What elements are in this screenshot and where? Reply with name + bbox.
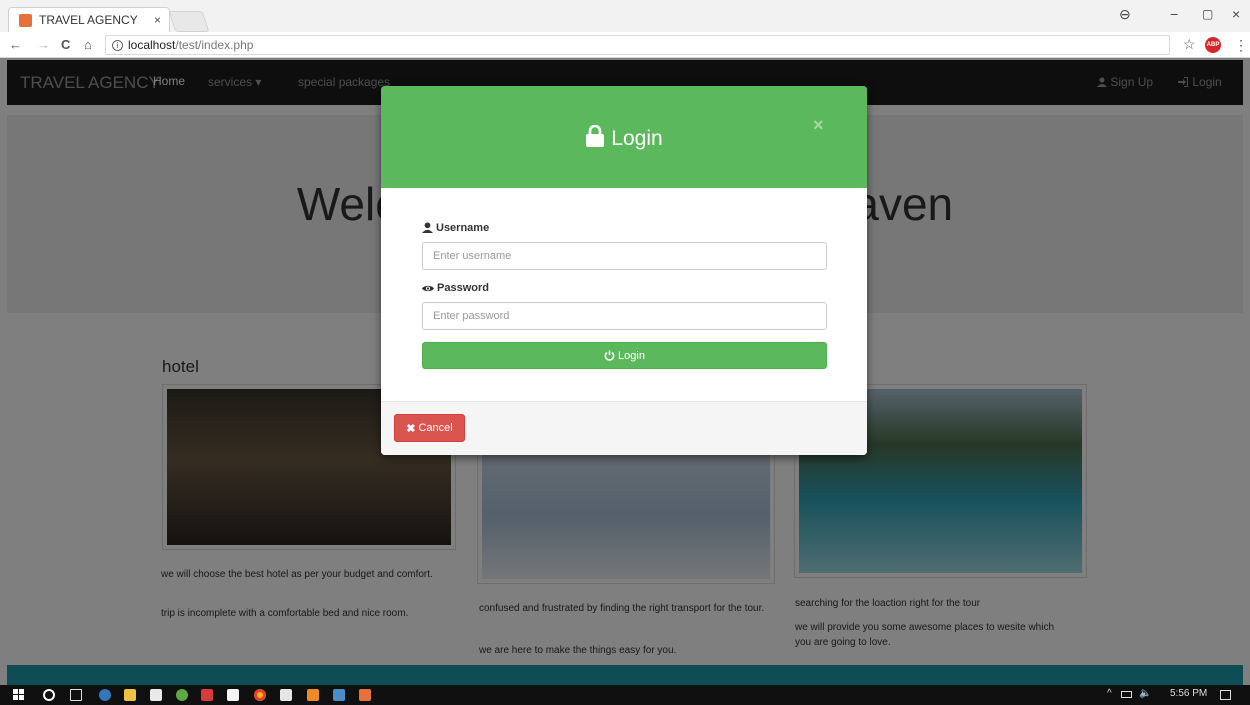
store-icon[interactable] (150, 689, 162, 701)
vlc-icon[interactable] (307, 689, 319, 701)
cancel-label: Cancel (418, 422, 453, 434)
new-tab-button[interactable] (168, 11, 210, 32)
volume-icon[interactable]: 🔈 (1139, 688, 1151, 699)
browser-tab-strip: TRAVEL AGENCY × ⊖ − ▢ × (0, 0, 1250, 32)
mail-icon[interactable] (280, 689, 292, 701)
task-view-icon[interactable] (70, 689, 82, 701)
browser-menu-icon[interactable]: ⋮ (1234, 37, 1248, 54)
bookmark-star-icon[interactable]: ☆ (1183, 36, 1196, 53)
favicon-icon (19, 13, 32, 27)
profile-icon[interactable]: ⊖ (1119, 6, 1131, 23)
travel-agency-icon[interactable] (359, 689, 371, 701)
username-label-text: Username (436, 222, 490, 234)
clock[interactable]: 5:56 PM (1170, 688, 1207, 699)
app-icon[interactable] (201, 689, 213, 701)
tab-close-icon[interactable]: × (154, 13, 161, 27)
url-bar[interactable]: i localhost/test/index.php (105, 35, 1170, 55)
tray-chevron-icon[interactable]: ^ (1107, 688, 1112, 699)
username-label: Username (422, 222, 489, 234)
camera-icon[interactable] (227, 689, 239, 701)
address-toolbar: ← → C ⌂ i localhost/test/index.php ☆ ABP… (0, 32, 1250, 58)
battery-icon[interactable] (1121, 691, 1132, 698)
xbox-icon[interactable] (176, 689, 188, 701)
file-explorer-icon[interactable] (124, 689, 136, 701)
username-input[interactable] (422, 242, 827, 270)
password-label-text: Password (437, 282, 489, 294)
search-icon[interactable] (43, 689, 55, 701)
password-label: Password (422, 282, 489, 294)
login-submit-button[interactable]: Login (422, 342, 827, 369)
user-icon (422, 222, 433, 233)
back-icon[interactable]: ← (9, 37, 22, 52)
forward-icon[interactable]: → (37, 37, 50, 52)
modal-header: Login × (381, 86, 867, 188)
lock-icon (586, 125, 605, 147)
login-modal: Login × Username Password Login ✖Cancel (381, 86, 867, 455)
windows-start-icon[interactable] (13, 689, 25, 701)
modal-footer: ✖ Cancel (381, 401, 867, 455)
modal-title: Login (381, 125, 867, 151)
window-close-icon[interactable]: × (1232, 6, 1240, 22)
reload-icon[interactable]: C (61, 37, 70, 52)
modal-title-text: Login (611, 127, 663, 150)
adblock-icon[interactable]: ABP (1205, 37, 1221, 53)
url-host: localhost (128, 38, 176, 52)
modal-close-icon[interactable]: × (813, 115, 824, 136)
home-icon[interactable]: ⌂ (84, 37, 92, 52)
chrome-icon[interactable] (254, 689, 266, 701)
power-icon (604, 350, 615, 361)
remove-icon: ✖ (406, 422, 416, 435)
tab-title: TRAVEL AGENCY (39, 13, 138, 27)
app2-icon[interactable] (333, 689, 345, 701)
edge-icon[interactable] (99, 689, 111, 701)
windows-taskbar: ^ 🔈 5:56 PM (0, 685, 1250, 705)
eye-icon (422, 285, 434, 292)
restore-icon[interactable]: ▢ (1202, 7, 1213, 21)
site-info-icon[interactable]: i (112, 39, 123, 51)
cancel-button[interactable]: ✖ Cancel (394, 414, 465, 442)
password-input[interactable] (422, 302, 827, 330)
minimize-icon[interactable]: − (1170, 6, 1178, 22)
url-path: /test/index.php (175, 38, 254, 52)
login-submit-label: Login (618, 349, 645, 362)
browser-tab[interactable]: TRAVEL AGENCY × (8, 7, 170, 32)
action-center-icon[interactable] (1220, 690, 1231, 700)
